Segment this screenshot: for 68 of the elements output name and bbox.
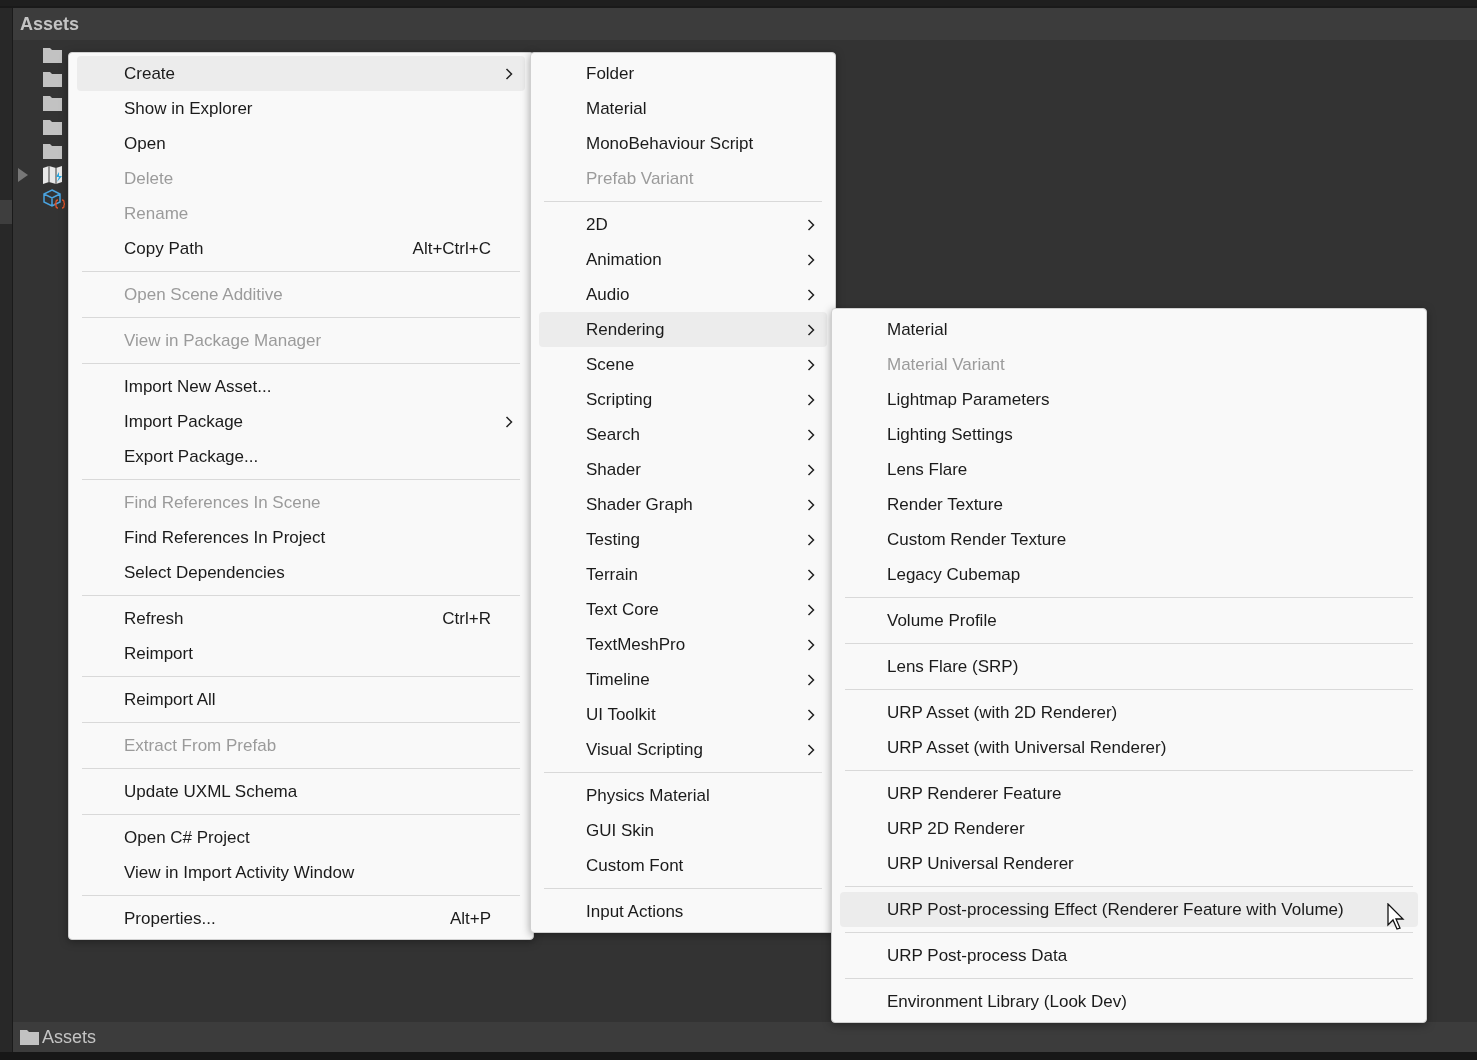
menu-item[interactable]: URP Post-processing Effect (Renderer Feature with Volume) (840, 892, 1418, 927)
menu-item[interactable]: Create (77, 56, 525, 91)
menu-item[interactable]: Import Package (77, 404, 525, 439)
menu-item[interactable]: Material (840, 312, 1418, 347)
menu-item[interactable]: Rendering (539, 312, 827, 347)
menu-item[interactable]: Lens Flare (SRP) (840, 649, 1418, 684)
menu-item[interactable]: URP Universal Renderer (840, 846, 1418, 881)
folder-icon (43, 71, 62, 87)
menu-item[interactable]: Search (539, 417, 827, 452)
menu-item[interactable]: 2D (539, 207, 827, 242)
menu-item[interactable]: Lighting Settings (840, 417, 1418, 452)
menu-item[interactable]: Shader (539, 452, 827, 487)
menu-item[interactable]: GUI Skin (539, 813, 827, 848)
menu-item[interactable]: Folder (539, 56, 827, 91)
folder-icon (43, 143, 62, 159)
menu-item[interactable]: Physics Material (539, 778, 827, 813)
menu-item[interactable]: Legacy Cubemap (840, 557, 1418, 592)
menu-item[interactable]: Custom Font (539, 848, 827, 883)
menu-item[interactable]: Render Texture (840, 487, 1418, 522)
menu-item[interactable]: Text Core (539, 592, 827, 627)
menu-item[interactable]: Reimport All (77, 682, 525, 717)
menu-item[interactable]: URP Renderer Feature (840, 776, 1418, 811)
menu-item[interactable]: URP Asset (with 2D Renderer) (840, 695, 1418, 730)
menu-item[interactable]: URP Post-process Data (840, 938, 1418, 973)
menu-item[interactable]: Volume Profile (840, 603, 1418, 638)
folder-icon (20, 1029, 39, 1045)
menu-item[interactable]: Scripting (539, 382, 827, 417)
panel-title: Assets (20, 13, 80, 35)
folder-icon (43, 95, 62, 111)
scene-icon (43, 166, 63, 184)
menu-item[interactable]: Open C# Project (77, 820, 525, 855)
menu-item[interactable]: Refresh Ctrl+R (77, 601, 525, 636)
menu-item[interactable]: Audio (539, 277, 827, 312)
expand-arrow-icon[interactable] (17, 168, 29, 182)
menu-item[interactable]: Timeline (539, 662, 827, 697)
menu-item[interactable]: Custom Render Texture (840, 522, 1418, 557)
menu-item[interactable]: Terrain (539, 557, 827, 592)
menu-item[interactable]: Find References In Project (77, 520, 525, 555)
menu-item[interactable]: Update UXML Schema (77, 774, 525, 809)
menu-item[interactable]: Shader Graph (539, 487, 827, 522)
menu-item[interactable]: Lens Flare (840, 452, 1418, 487)
breadcrumb[interactable]: Assets (42, 1026, 97, 1048)
menu-item[interactable]: URP Asset (with Universal Renderer) (840, 730, 1418, 765)
menu-item[interactable]: Export Package... (77, 439, 525, 474)
folder-icon (43, 119, 62, 135)
menu-item[interactable]: Visual Scripting (539, 732, 827, 767)
menu-item[interactable]: URP 2D Renderer (840, 811, 1418, 846)
cursor-icon (1387, 903, 1407, 931)
menu-item[interactable]: Scene (539, 347, 827, 382)
menu-item[interactable]: View in Import Activity Window (77, 855, 525, 890)
menu-item[interactable]: Import New Asset... (77, 369, 525, 404)
menu-item[interactable]: Animation (539, 242, 827, 277)
menu-item[interactable]: TextMeshPro (539, 627, 827, 662)
prefab-script-icon (43, 189, 65, 209)
menu-item[interactable]: MonoBehaviour Script (539, 126, 827, 161)
menu-item[interactable]: Properties... Alt+P (77, 901, 525, 936)
menu-item[interactable]: UI Toolkit (539, 697, 827, 732)
menu-item[interactable]: Select Dependencies (77, 555, 525, 590)
menu-item[interactable]: Input Actions (539, 894, 827, 929)
menu-item[interactable]: Environment Library (Look Dev) (840, 984, 1418, 1019)
folder-icon (43, 47, 62, 63)
menu-item[interactable]: Show in Explorer (77, 91, 525, 126)
menu-item[interactable]: Material (539, 91, 827, 126)
menu-item[interactable]: Testing (539, 522, 827, 557)
menu-item[interactable]: Copy Path Alt+Ctrl+C (77, 231, 525, 266)
menu-item[interactable]: Lightmap Parameters (840, 382, 1418, 417)
menu-item[interactable]: Open (77, 126, 525, 161)
menu-item[interactable]: Reimport (77, 636, 525, 671)
